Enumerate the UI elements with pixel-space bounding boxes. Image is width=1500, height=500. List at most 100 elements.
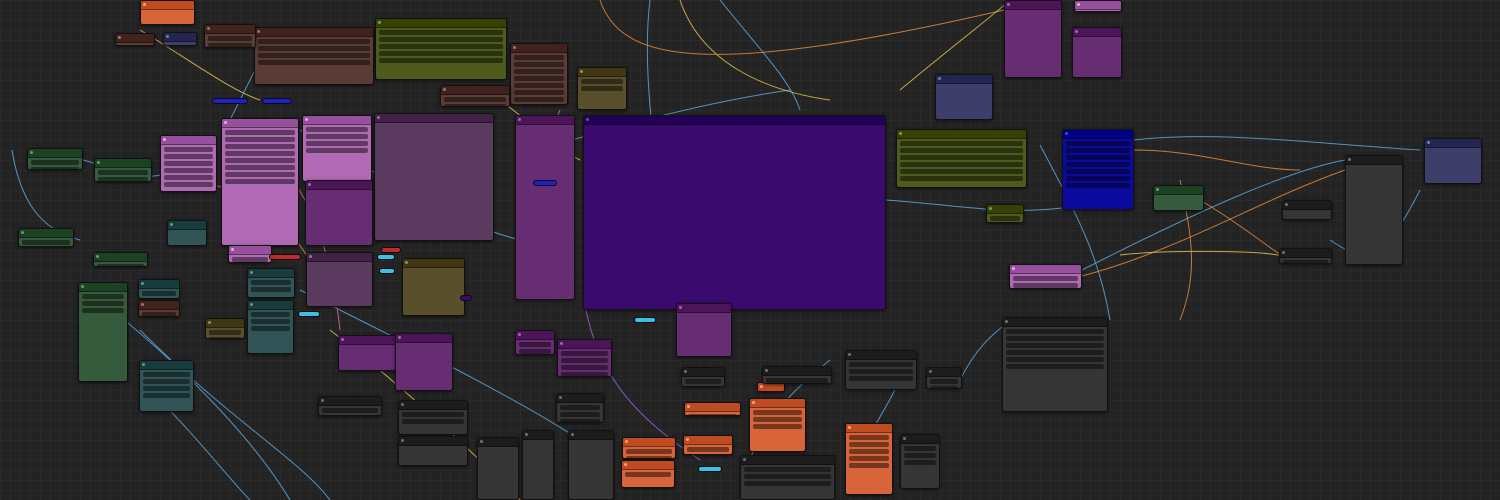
node-collapse-dot-icon[interactable] bbox=[1427, 141, 1430, 144]
node-title-bar[interactable] bbox=[116, 34, 154, 43]
node-title-bar[interactable] bbox=[1005, 1, 1061, 10]
node-title-bar[interactable] bbox=[1154, 186, 1203, 195]
node-widget-row[interactable] bbox=[744, 474, 831, 479]
node-collapse-dot-icon[interactable] bbox=[96, 255, 99, 258]
node-widget-row[interactable] bbox=[164, 182, 213, 187]
node-collapse-dot-icon[interactable] bbox=[752, 401, 755, 404]
node-collapse-dot-icon[interactable] bbox=[207, 27, 210, 30]
node-widget-row[interactable] bbox=[561, 351, 608, 356]
node-widget-row[interactable] bbox=[687, 447, 729, 452]
node-collapse-dot-icon[interactable] bbox=[1075, 30, 1078, 33]
node-title-bar[interactable] bbox=[685, 403, 740, 412]
graph-node[interactable] bbox=[254, 27, 374, 85]
node-title-bar[interactable] bbox=[846, 424, 892, 433]
node-collapse-dot-icon[interactable] bbox=[625, 440, 628, 443]
node-collapse-dot-icon[interactable] bbox=[398, 336, 401, 339]
node-widget-row[interactable] bbox=[306, 148, 368, 153]
node-widget-row[interactable] bbox=[225, 179, 295, 184]
graph-node[interactable] bbox=[510, 43, 568, 105]
node-collapse-dot-icon[interactable] bbox=[686, 438, 689, 441]
node-widget-row[interactable] bbox=[208, 43, 252, 47]
graph-node[interactable] bbox=[140, 0, 195, 25]
node-collapse-dot-icon[interactable] bbox=[141, 303, 144, 306]
node-collapse-dot-icon[interactable] bbox=[903, 437, 906, 440]
node-widget-row[interactable] bbox=[1066, 155, 1130, 160]
node-widget-row[interactable] bbox=[225, 144, 295, 149]
graph-node[interactable] bbox=[557, 339, 612, 377]
node-widget-row[interactable] bbox=[225, 165, 295, 170]
graph-node[interactable] bbox=[204, 24, 256, 48]
node-title-bar[interactable] bbox=[1003, 318, 1107, 327]
node-collapse-dot-icon[interactable] bbox=[938, 77, 941, 80]
graph-node[interactable] bbox=[676, 303, 732, 357]
node-widget-row[interactable] bbox=[1006, 336, 1104, 341]
node-collapse-dot-icon[interactable] bbox=[586, 118, 589, 121]
graph-node[interactable] bbox=[477, 437, 519, 500]
node-widget-row[interactable] bbox=[142, 298, 176, 299]
node-widget-row[interactable] bbox=[930, 379, 958, 384]
node-widget-row[interactable] bbox=[849, 456, 889, 461]
node-title-bar[interactable] bbox=[1063, 130, 1133, 139]
node-collapse-dot-icon[interactable] bbox=[401, 403, 404, 406]
node-collapse-dot-icon[interactable] bbox=[1282, 251, 1285, 254]
node-widget-row[interactable] bbox=[930, 386, 958, 388]
node-widget-row[interactable] bbox=[849, 362, 913, 367]
node-title-bar[interactable] bbox=[161, 136, 216, 145]
node-widget-row[interactable] bbox=[1006, 350, 1104, 355]
node-title-bar[interactable] bbox=[622, 461, 674, 470]
node-widget-row[interactable] bbox=[164, 168, 213, 173]
node-title-bar[interactable] bbox=[927, 368, 961, 377]
node-widget-row[interactable] bbox=[379, 58, 503, 63]
node-widget-row[interactable] bbox=[402, 412, 464, 417]
node-collapse-dot-icon[interactable] bbox=[309, 255, 312, 258]
node-widget-row[interactable] bbox=[766, 378, 828, 383]
node-widget-row[interactable] bbox=[22, 240, 70, 245]
node-widget-row[interactable] bbox=[744, 467, 831, 472]
node-title-bar[interactable] bbox=[1425, 139, 1481, 148]
node-title-bar[interactable] bbox=[248, 269, 294, 278]
node-collapse-dot-icon[interactable] bbox=[687, 405, 690, 408]
node-collapse-dot-icon[interactable] bbox=[899, 132, 902, 135]
graph-node[interactable] bbox=[556, 393, 604, 423]
node-collapse-dot-icon[interactable] bbox=[141, 282, 144, 285]
node-collapse-dot-icon[interactable] bbox=[559, 396, 562, 399]
graph-node[interactable] bbox=[577, 67, 627, 110]
node-widget-row[interactable] bbox=[514, 69, 564, 74]
graph-node[interactable] bbox=[522, 430, 554, 500]
node-title-bar[interactable] bbox=[1280, 249, 1331, 258]
reroute-node[interactable] bbox=[262, 98, 292, 104]
node-title-bar[interactable] bbox=[897, 130, 1026, 139]
reroute-node[interactable] bbox=[212, 98, 248, 104]
node-title-bar[interactable] bbox=[584, 116, 885, 125]
node-title-bar[interactable] bbox=[307, 253, 372, 262]
graph-node[interactable] bbox=[115, 33, 155, 46]
node-widget-row[interactable] bbox=[251, 312, 290, 317]
node-widget-row[interactable] bbox=[626, 456, 672, 458]
node-collapse-dot-icon[interactable] bbox=[405, 261, 408, 264]
node-title-bar[interactable] bbox=[987, 205, 1023, 214]
node-widget-row[interactable] bbox=[98, 170, 148, 175]
node-collapse-dot-icon[interactable] bbox=[1156, 188, 1159, 191]
node-title-bar[interactable] bbox=[306, 181, 372, 190]
node-collapse-dot-icon[interactable] bbox=[571, 433, 574, 436]
node-title-bar[interactable] bbox=[763, 367, 831, 376]
graph-node[interactable] bbox=[1062, 129, 1134, 210]
node-widget-row[interactable] bbox=[744, 481, 831, 486]
node-widget-row[interactable] bbox=[232, 257, 268, 262]
node-widget-row[interactable] bbox=[379, 44, 503, 49]
node-widget-row[interactable] bbox=[581, 79, 623, 84]
node-widget-row[interactable] bbox=[82, 294, 124, 299]
node-widget-row[interactable] bbox=[514, 83, 564, 88]
graph-node[interactable] bbox=[338, 335, 403, 371]
node-widget-row[interactable] bbox=[258, 60, 370, 65]
node-title-bar[interactable] bbox=[139, 280, 179, 289]
graph-node[interactable] bbox=[1002, 317, 1108, 412]
node-collapse-dot-icon[interactable] bbox=[163, 138, 166, 141]
node-title-bar[interactable] bbox=[557, 394, 603, 403]
reroute-node[interactable] bbox=[298, 311, 320, 317]
graph-node[interactable] bbox=[583, 115, 886, 310]
node-title-bar[interactable] bbox=[205, 25, 255, 34]
node-title-bar[interactable] bbox=[682, 368, 724, 377]
node-title-bar[interactable] bbox=[684, 436, 732, 445]
node-title-bar[interactable] bbox=[441, 86, 509, 95]
